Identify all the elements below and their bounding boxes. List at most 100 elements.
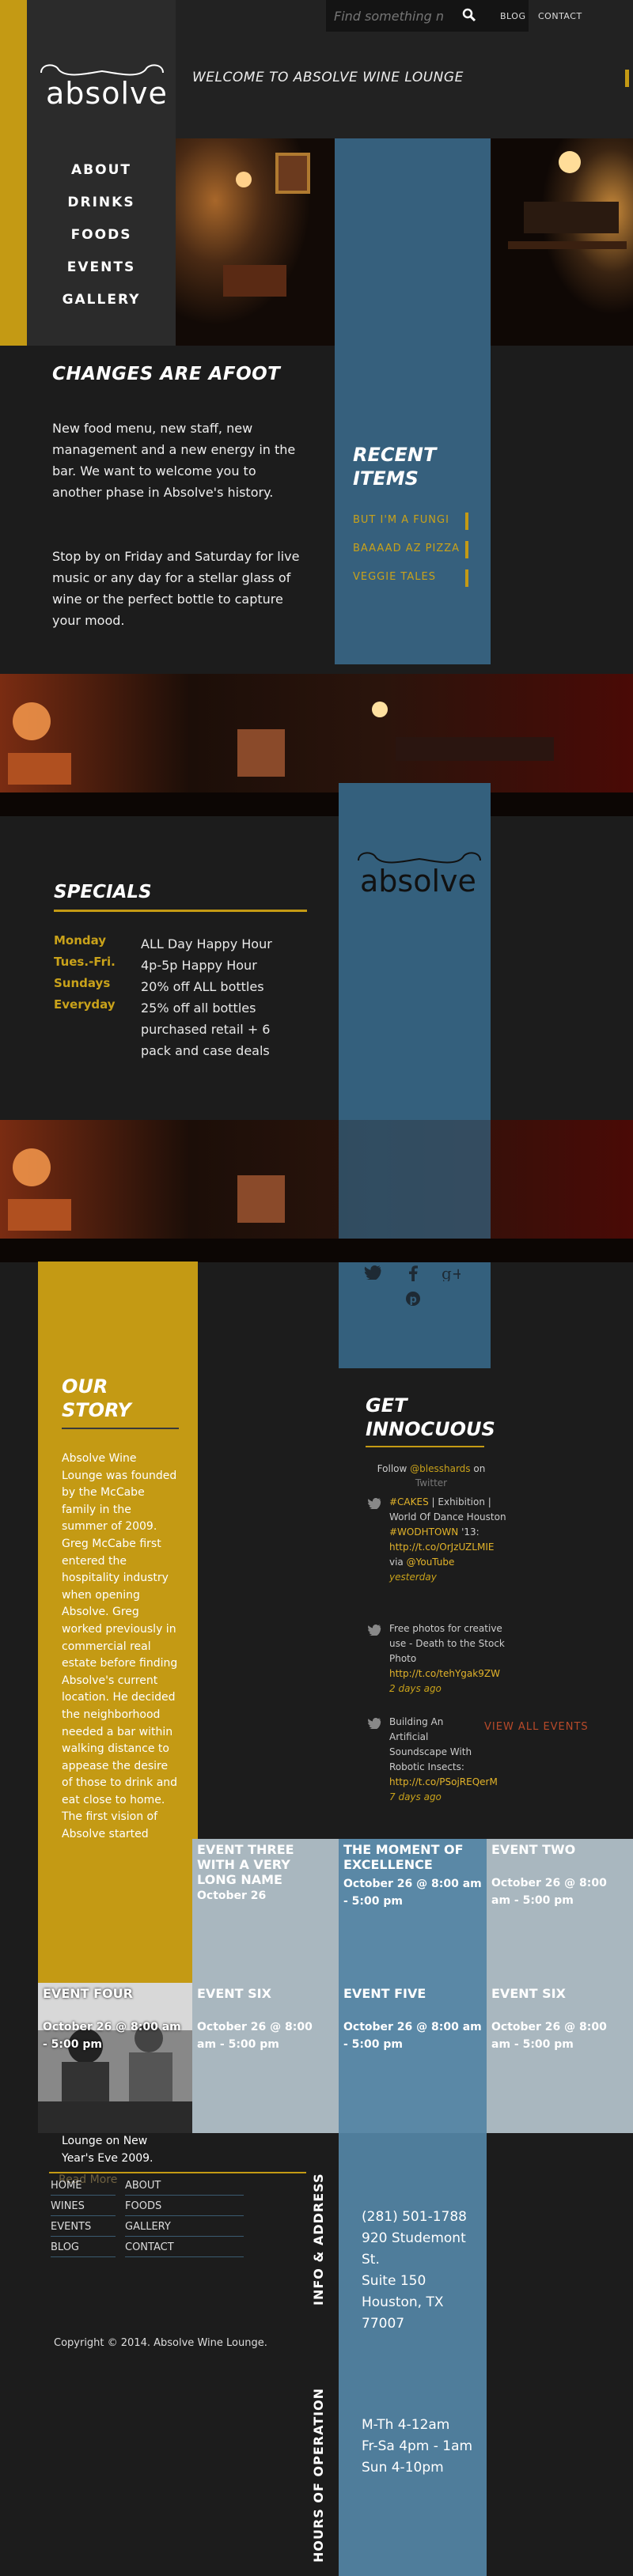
copyright: Copyright © 2014. Absolve Wine Lounge. <box>54 2337 267 2349</box>
footer-link-home[interactable]: HOME <box>51 2177 116 2196</box>
tweet-link[interactable]: http://t.co/OrJzUZLMIE <box>389 1541 494 1553</box>
story-title-underline <box>62 1428 179 1429</box>
event-tile[interactable]: EVENT FIVE October 26 @ 8:00 am - 5:00 p… <box>339 1983 487 2133</box>
recent-item[interactable]: VEGGIE TALES <box>353 571 472 583</box>
recent-title-line1: RECENT <box>353 444 437 466</box>
nav-events[interactable]: EVENTS <box>30 259 172 292</box>
specials-day: Tues.-Fri. <box>54 955 116 969</box>
event-title: EVENT FIVE <box>343 1986 426 2001</box>
contact-link[interactable]: CONTACT <box>538 11 582 21</box>
story-tail: Lounge on New Year's Eve 2009. <box>62 2135 154 2165</box>
event-tile[interactable]: THE MOMENT OF EXCELLENCE October 26 @ 8:… <box>339 1839 487 1983</box>
search-icon[interactable] <box>462 8 476 22</box>
footer-link-wines[interactable]: WINES <box>51 2197 116 2216</box>
hours-line: M-Th 4-12am <box>362 2417 450 2433</box>
recent-item[interactable]: BUT I'M A FUNGI <box>353 514 472 526</box>
recent-title-line2: ITEMS <box>353 467 419 490</box>
address-line: 77007 <box>362 2316 405 2332</box>
specials-deal: 4p-5p Happy Hour <box>141 958 257 973</box>
tweet-bird-icon <box>367 1625 381 1636</box>
nav-gallery[interactable]: GALLERY <box>30 292 172 324</box>
tweet-hashtag[interactable]: #CAKES <box>389 1496 429 1507</box>
tweet-link[interactable]: http://t.co/tehYgak9ZW <box>389 1668 500 1679</box>
recent-item-accent <box>465 513 468 530</box>
specials-deal: ALL Day Happy Hour <box>141 936 272 951</box>
innocuous-title-line1: GET <box>366 1394 407 1417</box>
event-date: October 26 @ 8:00 am - 5:00 pm <box>491 2021 607 2051</box>
hours-line: Sun 4-10pm <box>362 2460 444 2476</box>
changes-paragraph-2: Stop by on Friday and Saturday for live … <box>52 549 300 628</box>
event-tile[interactable]: EVENT SIX October 26 @ 8:00 am - 5:00 pm <box>192 1983 339 2133</box>
event-title: EVENT THREE WITH A VERY LONG NAME <box>197 1842 294 1887</box>
welcome-banner: WELCOME TO ABSOLVE WINE LOUNGE <box>192 70 464 85</box>
address-line: St. <box>362 2252 380 2268</box>
info-address-label: INFO & ADDRESS <box>311 2173 326 2306</box>
event-date: October 26 <box>197 1889 267 1902</box>
follow-network: Twitter <box>415 1477 448 1488</box>
follow-on-label: on <box>473 1463 486 1474</box>
welcome-accent <box>625 70 629 87</box>
badge-logo: absolve <box>352 846 487 902</box>
twitter-icon[interactable] <box>364 1265 381 1280</box>
address-line: Suite 150 <box>362 2273 426 2289</box>
address-line: 920 Studemont <box>362 2230 466 2246</box>
blog-link[interactable]: BLOG <box>500 11 525 21</box>
contact-info: (281) 501-1788 920 Studemont St. Suite 1… <box>362 2207 467 2335</box>
recent-item[interactable]: BAAAAD AZ PIZZA <box>353 543 472 554</box>
innocuous-title: GET INNOCUOUS <box>366 1394 495 1441</box>
event-tile[interactable]: EVENT SIX October 26 @ 8:00 am - 5:00 pm <box>487 1983 633 2133</box>
event-tile[interactable]: EVENT TWO October 26 @ 8:00 am - 5:00 pm <box>487 1839 633 1983</box>
site-logo[interactable]: absolve <box>35 59 169 114</box>
nav-about[interactable]: ABOUT <box>30 162 172 195</box>
pinterest-icon[interactable]: p <box>405 1291 421 1307</box>
svg-text:g+: g+ <box>442 1265 461 1281</box>
tweet: Building An Artificial Soundscape With R… <box>389 1715 498 1805</box>
specials-title: SPECIALS <box>54 882 152 902</box>
event-tile[interactable]: EVENT FOUR October 26 @ 8:00 am - 5:00 p… <box>38 1983 192 2133</box>
tweet-link[interactable]: http://t.co/PSojREQerM <box>389 1776 498 1787</box>
event-tile[interactable]: EVENT THREE WITH A VERY LONG NAME Octobe… <box>192 1839 339 1983</box>
footer-link-foods[interactable]: FOODS <box>125 2197 244 2216</box>
hours-label: HOURS OF OPERATION <box>311 2387 326 2563</box>
event-title: EVENT TWO <box>491 1842 576 1857</box>
facebook-icon[interactable] <box>408 1265 418 1281</box>
event-title: EVENT FOUR <box>43 1986 133 2001</box>
event-title: EVENT SIX <box>491 1986 566 2001</box>
hours-line: Fr-Sa 4pm - 1am <box>362 2438 473 2454</box>
tweet-hashtag[interactable]: #WODHTOWN <box>389 1526 458 1538</box>
tweet-text: Building An Artificial Soundscape With R… <box>389 1716 472 1772</box>
recent-item-accent <box>465 569 468 587</box>
lounge-photo <box>0 674 633 816</box>
view-all-events-link[interactable]: VIEW ALL EVENTS <box>484 1721 589 1733</box>
main-nav: ABOUT DRINKS FOODS EVENTS GALLERY <box>30 162 172 324</box>
event-date: October 26 @ 8:00 am - 5:00 pm <box>43 2021 181 2051</box>
innocuous-title-line2: INNOCUOUS <box>366 1418 495 1440</box>
tweet-mention[interactable]: @YouTube <box>407 1557 455 1568</box>
innocuous-underline <box>366 1446 484 1447</box>
nav-drinks[interactable]: DRINKS <box>30 195 172 227</box>
nav-foods[interactable]: FOODS <box>30 227 172 259</box>
specials-day: Everyday <box>54 997 116 1012</box>
footer-link-contact[interactable]: CONTACT <box>125 2238 244 2257</box>
twitter-handle-link[interactable]: @blesshards <box>410 1463 470 1474</box>
follow-label: Follow <box>377 1463 407 1474</box>
story-text: Absolve Wine Lounge was founded by the M… <box>62 1452 178 1841</box>
event-date: October 26 @ 8:00 am - 5:00 pm <box>343 1878 482 1908</box>
tweet-text: Free photos for creative use - Death to … <box>389 1623 505 1664</box>
google-plus-icon[interactable]: g+ <box>442 1265 461 1281</box>
phone-number[interactable]: (281) 501-1788 <box>362 2207 467 2228</box>
footer-link-events[interactable]: EVENTS <box>51 2218 116 2237</box>
tweet: Free photos for creative use - Death to … <box>389 1621 506 1697</box>
badge-logo-text: absolve <box>360 864 476 898</box>
footer-link-about[interactable]: ABOUT <box>125 2177 244 2196</box>
left-gold-stripe <box>0 0 27 346</box>
address-line: Houston, TX <box>362 2294 444 2310</box>
footer-link-blog[interactable]: BLOG <box>51 2238 116 2257</box>
tweet-bird-icon <box>367 1718 381 1729</box>
svg-text:p: p <box>410 1294 417 1306</box>
event-date: October 26 @ 8:00 am - 5:00 pm <box>491 1877 607 1907</box>
search-box[interactable] <box>326 0 529 32</box>
tweet: #CAKES | Exhibition | World Of Dance Hou… <box>389 1495 506 1585</box>
event-date: October 26 @ 8:00 am - 5:00 pm <box>197 2021 313 2051</box>
footer-link-gallery[interactable]: GALLERY <box>125 2218 244 2237</box>
